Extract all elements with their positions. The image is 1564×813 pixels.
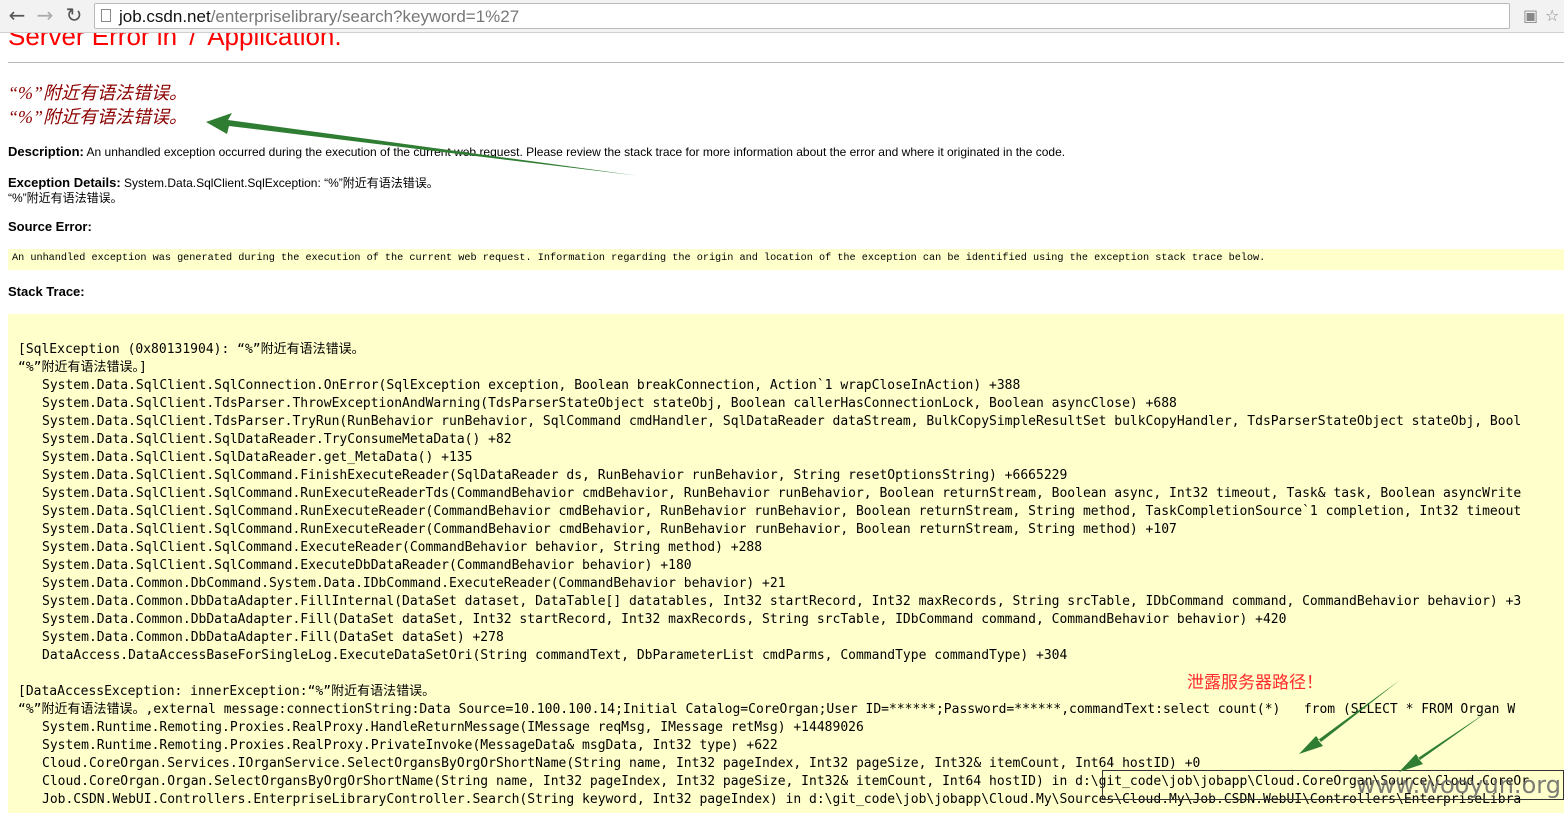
annotation-arrows — [0, 0, 1564, 813]
arrow-to-heading — [206, 113, 640, 176]
arrow-to-path — [1399, 710, 1490, 772]
arrow-to-hostid — [1299, 680, 1400, 754]
